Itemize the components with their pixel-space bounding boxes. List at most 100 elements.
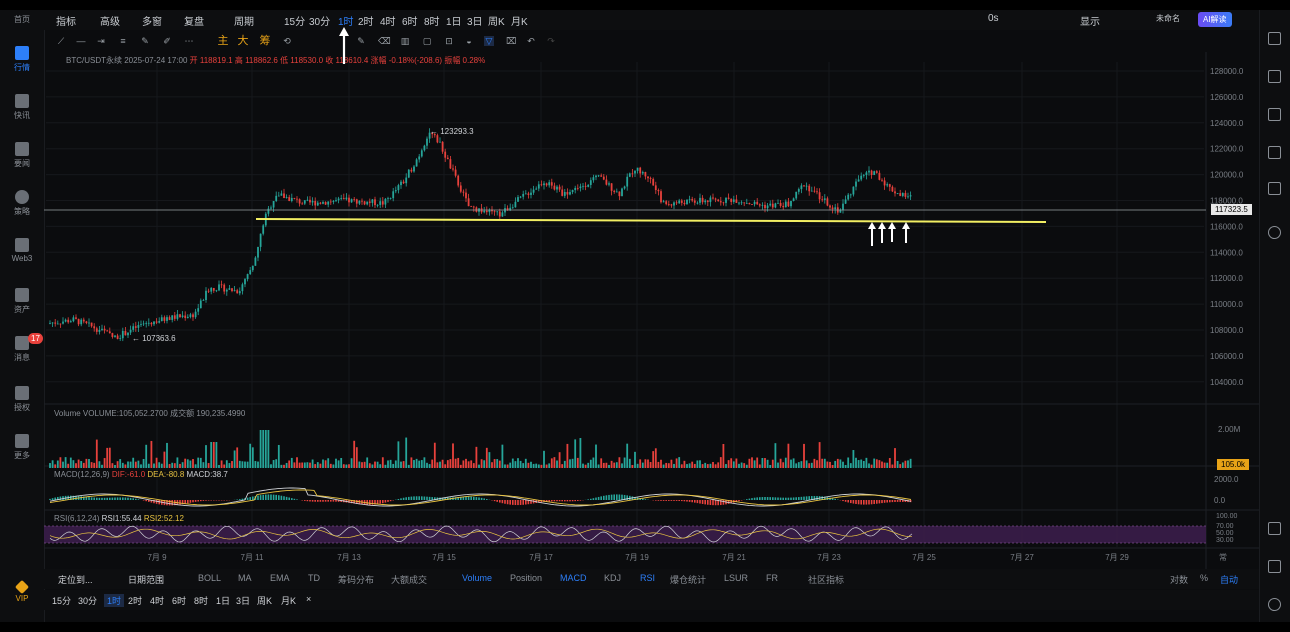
candle-body [795,191,798,199]
lock-icon[interactable]: ⊡ [444,36,454,46]
quick-interval-1h[interactable]: 1时 [104,594,125,607]
indicator-td[interactable]: TD [308,573,320,583]
layout-icon[interactable] [1268,182,1281,195]
close-interval-bar-button[interactable]: × [306,594,311,604]
community-indicators[interactable]: 社区指标 [808,573,844,586]
support-icon[interactable] [1268,598,1281,611]
period-dropdown[interactable]: 周期 [234,13,254,28]
quick-interval-month[interactable]: 月K [281,594,296,607]
chart-area[interactable]: 7月 9 7月 11 7月 13 7月 15 7月 17 7月 19 7月 21 7月 23 7… [44,52,1260,572]
interval-30m[interactable]: 30分 [309,13,330,28]
magnet-icon[interactable]: ◒ [464,36,474,46]
trade-icon[interactable] [1268,70,1281,83]
pattern-icon[interactable]: ▥ [400,36,410,46]
quick-interval-15m[interactable]: 15分 [52,594,71,607]
macd-hist-bar [896,500,899,502]
auto-scale-toggle[interactable]: 自动 [1220,573,1238,586]
quick-interval-2h[interactable]: 2时 [128,594,142,607]
orderbook-icon[interactable] [1268,32,1281,45]
sidebar-item-auth[interactable]: 授权 [0,386,44,413]
interval-6h[interactable]: 6时 [402,13,418,28]
multi-window-button[interactable]: 多窗 [142,13,162,28]
last-price-tag: 117323.5 [1211,204,1252,215]
trash-icon[interactable]: ⌧ [506,36,516,46]
locate-button[interactable]: 定位到... [58,573,93,586]
advanced-button[interactable]: 高级 [100,13,120,28]
indicator-liquidation[interactable]: 爆仓统计 [670,573,706,586]
quick-interval-1d[interactable]: 1日 [216,594,230,607]
stats-icon[interactable] [1268,108,1281,121]
indicator-lsur[interactable]: LSUR [724,573,748,583]
vip-button[interactable]: VIP [0,579,44,603]
calendar-icon[interactable] [1268,146,1281,159]
redo-icon[interactable]: ↷ [546,36,556,46]
indicator-volume[interactable]: Volume [462,573,492,583]
sidebar-item-strategy[interactable]: 策略 [0,190,44,217]
ray-tool-icon[interactable]: ⇥ [96,36,106,46]
indicator-ema[interactable]: EMA [270,573,290,583]
interval-4h[interactable]: 4时 [380,13,396,28]
panel-icon[interactable] [1268,522,1281,535]
log-scale-toggle[interactable]: 对数 [1170,573,1188,586]
ruler-icon[interactable]: ✎ [356,36,366,46]
candle-body [626,176,629,187]
filter-icon[interactable]: ▽ [484,36,494,46]
macd-hist-bar [772,497,774,500]
indicator-rsi[interactable]: RSI [640,573,655,583]
indicator-large-trade[interactable]: 大额成交 [391,573,427,586]
sidebar-item-market[interactable]: 行情 [0,46,44,73]
note-icon[interactable]: ▢ [422,36,432,46]
quick-interval-30m[interactable]: 30分 [78,594,97,607]
indicator-chip[interactable]: 筹码分布 [338,573,374,586]
hline-tool-icon[interactable]: — [76,36,86,46]
sidebar-item-home[interactable]: 首页 [0,14,44,25]
trendline-tool-icon[interactable]: ⟋ [56,36,66,46]
more-tools-icon[interactable]: ⋯ [184,36,194,46]
undo-icon[interactable]: ↶ [526,36,536,46]
sidebar-item-messages[interactable]: 消息 17 [0,333,44,363]
display-button[interactable]: 显示 [1080,13,1100,28]
interval-8h[interactable]: 8时 [424,13,440,28]
interval-1d[interactable]: 1日 [446,13,462,28]
sidebar-item-headlines[interactable]: 要闻 [0,142,44,169]
indicator-kdj[interactable]: KDJ [604,573,621,583]
main-indicator-button[interactable]: 主 [216,36,230,47]
indicator-boll[interactable]: BOLL [198,573,221,583]
interval-15m[interactable]: 15分 [284,13,305,28]
sidebar-item-web3[interactable]: Web3 [0,238,44,263]
date-range-dropdown[interactable]: 日期范围 [128,573,164,586]
indicator-ma[interactable]: MA [238,573,252,583]
pen-tool-icon[interactable]: ✎ [140,36,150,46]
quick-interval-4h[interactable]: 4时 [150,594,164,607]
interval-week[interactable]: 周K [488,13,505,28]
replay-button[interactable]: 复盘 [184,13,204,28]
measure-icon[interactable]: ⌫ [378,36,391,46]
indicators-button[interactable]: 指标 [56,13,76,28]
compare-icon[interactable]: ⟲ [282,36,292,46]
sidebar-item-assets[interactable]: 资产 [0,288,44,315]
percent-scale-toggle[interactable]: % [1200,573,1208,583]
quick-interval-8h[interactable]: 8时 [194,594,208,607]
indicator-fr[interactable]: FR [766,573,778,583]
quick-interval-3d[interactable]: 3日 [236,594,250,607]
kline-chart-svg[interactable]: 7月 9 7月 11 7月 13 7月 15 7月 17 7月 19 7月 21 7月 23 7… [44,52,1260,572]
brush-tool-icon[interactable]: ✐ [162,36,172,46]
refresh-icon[interactable] [1268,226,1281,239]
volume-bar [727,460,730,468]
large-order-button[interactable]: 大 [236,36,250,47]
fib-tool-icon[interactable]: ≡ [118,36,128,46]
quick-interval-6h[interactable]: 6时 [172,594,186,607]
interval-2h[interactable]: 2时 [358,13,374,28]
sidebar-item-more[interactable]: 更多 [0,434,44,461]
layout-name-dropdown[interactable]: 未命名 [1156,13,1180,24]
indicator-position[interactable]: Position [510,573,542,583]
sidebar-item-flash[interactable]: 快讯 [0,94,44,121]
interval-3d[interactable]: 3日 [467,13,483,28]
indicator-macd[interactable]: MACD [560,573,587,583]
volume-bar [392,463,395,468]
quick-interval-week[interactable]: 周K [257,594,272,607]
interval-month[interactable]: 月K [511,13,528,28]
search-icon[interactable] [1268,560,1281,573]
ai-analysis-button[interactable]: AI解读 [1198,12,1232,27]
chip-button[interactable]: 筹 [258,36,272,47]
